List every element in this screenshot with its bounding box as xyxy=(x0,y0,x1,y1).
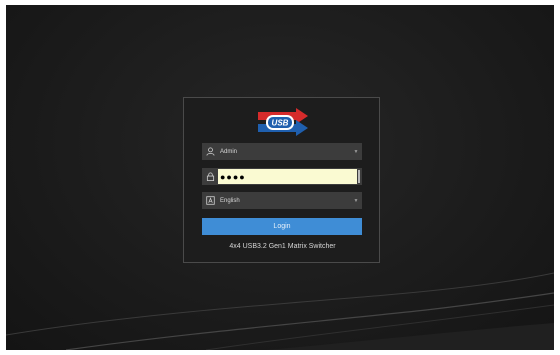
usb-logo: USB xyxy=(258,108,308,136)
password-input[interactable] xyxy=(218,169,357,184)
language-select[interactable]: English ▼ xyxy=(202,192,362,209)
scroll-indicator xyxy=(358,170,360,183)
device-name: 4x4 USB3.2 Gen1 Matrix Switcher xyxy=(229,243,336,250)
user-value: Admin xyxy=(220,148,238,155)
lock-icon xyxy=(202,168,218,185)
user-select[interactable]: Admin ▼ xyxy=(202,143,362,160)
language-value: English xyxy=(220,197,240,204)
login-panel: USB Admin ▼ English ▼ Login 4x4 USB3.2 G… xyxy=(183,97,380,263)
chevron-down-icon: ▼ xyxy=(353,148,359,155)
password-field[interactable] xyxy=(202,168,362,185)
login-button[interactable]: Login xyxy=(202,218,362,235)
chevron-down-icon: ▼ xyxy=(353,197,359,204)
svg-text:USB: USB xyxy=(272,119,289,128)
login-screen: USB Admin ▼ English ▼ Login 4x4 USB3.2 G… xyxy=(6,5,554,350)
user-icon xyxy=(202,143,218,160)
language-icon xyxy=(202,192,218,209)
